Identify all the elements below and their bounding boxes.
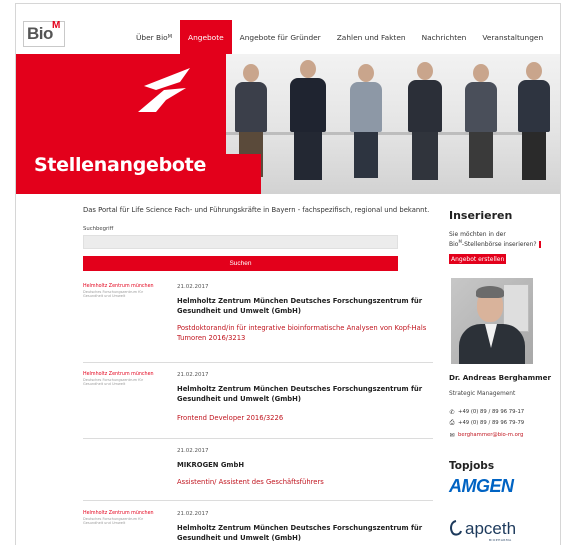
search-button[interactable]: Suchen: [83, 256, 398, 271]
nav-label: Angebote für Gründer: [239, 32, 321, 42]
apceth-swirl-icon: [450, 520, 462, 536]
person-figure: [286, 54, 330, 194]
email-link[interactable]: berghammer@bio-m.org: [458, 432, 523, 438]
job-company: MIKROGEN GmbH: [177, 461, 245, 469]
company-logo: Helmholtz Zentrum münchen Deutsches Fors…: [83, 372, 155, 386]
divider: [83, 362, 433, 363]
nav-item-ueber-biom[interactable]: Über Bio M: [128, 20, 180, 54]
divider: [83, 500, 433, 501]
job-date: 21.02.2017: [177, 284, 209, 290]
apceth-subtext: BIOPHARMA: [489, 538, 512, 542]
nav-label: Zahlen und Fakten: [336, 32, 406, 42]
company-logo-name: Helmholtz Zentrum münchen: [83, 372, 154, 377]
contact-email[interactable]: ✉ berghammer@bio-m.org: [449, 431, 523, 439]
search-input[interactable]: [83, 235, 398, 249]
inserieren-heading: Inserieren: [449, 209, 513, 222]
person-figure: [346, 54, 386, 194]
company-logo: Helmholtz Zentrum münchen Deutsches Fors…: [83, 284, 155, 298]
job-listing[interactable]: 21.02.2017 MIKROGEN GmbH Assistentin/ As…: [83, 446, 433, 498]
job-company: Helmholtz Zentrum München Deutsches Fors…: [177, 524, 423, 542]
job-listing[interactable]: Helmholtz Zentrum münchen Deutsches Fors…: [83, 509, 433, 545]
contact-name: Dr. Andreas Berghammer: [449, 373, 551, 382]
person-figure: [514, 54, 554, 194]
biom-logo[interactable]: Bio M: [23, 20, 65, 47]
job-listing[interactable]: Helmholtz Zentrum münchen Deutsches Fors…: [83, 370, 433, 440]
person-figure: [461, 54, 501, 194]
nav-item-angebote[interactable]: Angebote: [180, 20, 232, 54]
job-title-link[interactable]: Postdoktorand/in für integrative bioinfo…: [177, 324, 447, 344]
nav-item-veranstaltungen[interactable]: Veranstaltungen: [474, 20, 551, 54]
amgen-logo[interactable]: AMGEN: [449, 476, 514, 497]
logo-text: Bio: [27, 24, 53, 43]
company-logo-name: Helmholtz Zentrum münchen: [83, 284, 154, 289]
apceth-logo[interactable]: apceth BIOPHARMA: [449, 519, 517, 542]
inserieren-text: Sie möchten in der BioM-Stellenbörse ins…: [449, 230, 559, 250]
fax-value: +49 (0) 89 / 89 96 79-79: [458, 420, 525, 426]
job-date: 21.02.2017: [177, 372, 209, 378]
job-title-link[interactable]: Assistentin/ Assistent des Geschäftsführ…: [177, 478, 447, 488]
mail-icon: ✉: [449, 431, 455, 439]
company-logo-sub: Deutsches Forschungszentrum für Gesundhe…: [83, 377, 144, 386]
phone-value: +49 (0) 89 / 89 96 79-17: [458, 409, 525, 415]
job-company: Helmholtz Zentrum München Deutsches Fors…: [177, 385, 423, 403]
logo-super: M: [52, 20, 61, 31]
create-offer-button[interactable]: Angebot erstellen: [449, 254, 507, 264]
fax-icon: ⎙: [449, 419, 455, 426]
topjobs-heading: Topjobs: [449, 460, 495, 472]
main-nav: Über Bio M Angebote Angebote für Gründer …: [128, 20, 551, 54]
text-cursor-bar: [538, 241, 541, 249]
apceth-text: apceth: [465, 519, 517, 538]
company-logo-sub: Deutsches Forschungszentrum für Gesundhe…: [83, 289, 144, 298]
contact-role: Strategic Management: [449, 391, 516, 397]
page-frame: Bio M Über Bio M Angebote Angebote für Gr…: [15, 3, 561, 545]
job-date: 21.02.2017: [177, 448, 209, 454]
company-logo: Helmholtz Zentrum münchen Deutsches Fors…: [83, 511, 155, 525]
job-company: Helmholtz Zentrum München Deutsches Fors…: [177, 297, 423, 315]
company-logo-name: Helmholtz Zentrum münchen: [83, 511, 154, 516]
job-date: 21.02.2017: [177, 511, 209, 517]
contact-photo: [451, 278, 533, 364]
contact-fax: ⎙ +49 (0) 89 / 89 96 79-79: [449, 419, 525, 426]
nav-label: Nachrichten: [421, 32, 467, 42]
divider: [83, 438, 433, 439]
nav-item-nachrichten[interactable]: Nachrichten: [414, 20, 475, 54]
biom-emblem-icon: [138, 68, 190, 112]
site-header: Bio M Über Bio M Angebote Angebote für Gr…: [16, 4, 560, 54]
nav-sup: M: [167, 34, 173, 40]
search-label: Suchbegriff: [83, 226, 114, 232]
job-title-link[interactable]: Frontend Developer 2016/3226: [177, 414, 447, 424]
person-figure: [404, 54, 446, 194]
contact-phone: ✆ +49 (0) 89 / 89 96 79-17: [449, 408, 525, 416]
nav-label: Über Bio: [136, 32, 168, 42]
nav-item-angebote-gruender[interactable]: Angebote für Gründer: [232, 20, 329, 54]
nav-label: Angebote: [188, 32, 224, 42]
company-logo-sub: Deutsches Forschungszentrum für Gesundhe…: [83, 516, 144, 525]
hero-banner: Stellenangebote: [16, 54, 560, 194]
phone-icon: ✆: [449, 408, 455, 416]
intro-text: Das Portal für Life Science Fach- und Fü…: [83, 206, 430, 214]
nav-label: Veranstaltungen: [482, 32, 544, 42]
inserieren-line2-post: -Stellenbörse inserieren?: [461, 241, 537, 249]
job-listing[interactable]: Helmholtz Zentrum münchen Deutsches Fors…: [83, 282, 433, 362]
nav-item-zahlen-fakten[interactable]: Zahlen und Fakten: [329, 20, 414, 54]
hero-red-tail: [201, 154, 261, 194]
inserieren-line1: Sie möchten in der: [449, 231, 506, 238]
page-title: Stellenangebote: [34, 154, 207, 176]
